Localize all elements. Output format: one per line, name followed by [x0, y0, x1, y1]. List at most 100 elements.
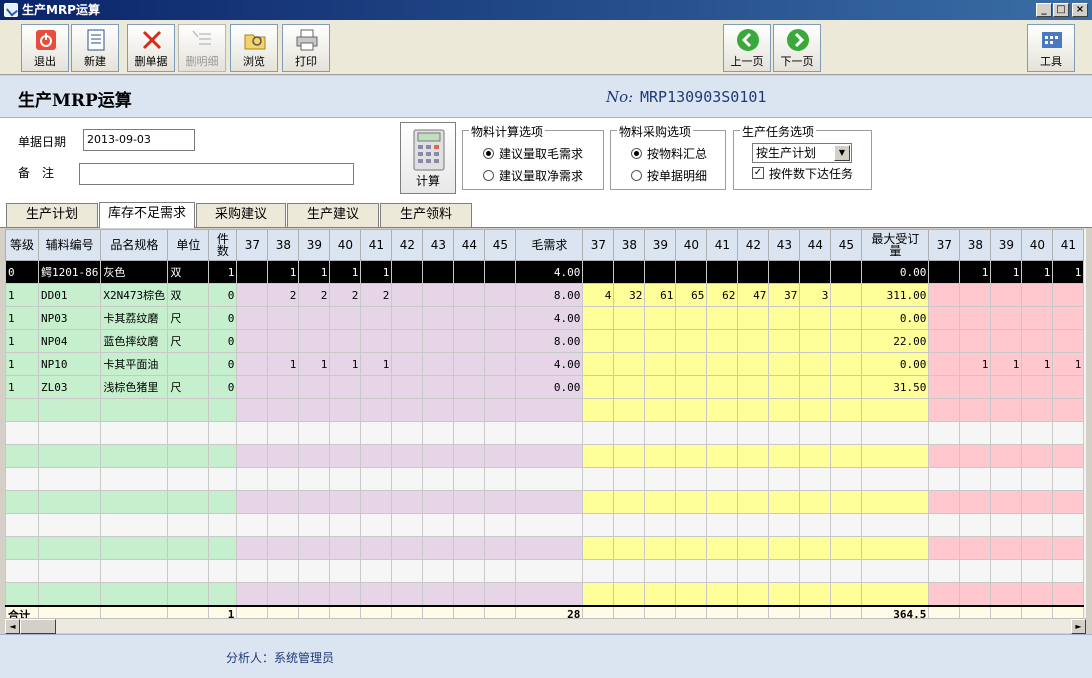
table-cell[interactable]: 2 [360, 283, 393, 307]
column-header[interactable]: 最大受订 量 [861, 229, 930, 261]
table-cell[interactable] [267, 306, 300, 330]
table-cell[interactable] [706, 582, 739, 606]
table-cell[interactable]: ZL03 [37, 375, 102, 399]
table-cell[interactable] [422, 375, 455, 399]
table-cell[interactable] [1052, 444, 1085, 468]
table-cell[interactable] [484, 260, 517, 284]
table-cell[interactable] [613, 260, 646, 284]
table-cell[interactable] [329, 421, 362, 445]
table-cell[interactable]: NP04 [37, 329, 102, 353]
table-cell[interactable] [706, 306, 739, 330]
column-header[interactable]: 37 [236, 229, 269, 261]
column-header[interactable]: 37 [582, 229, 615, 261]
table-cell[interactable]: 浅棕色猪里 [100, 375, 169, 399]
table-cell[interactable] [391, 559, 424, 583]
table-cell[interactable] [422, 467, 455, 491]
table-cell[interactable] [329, 398, 362, 422]
table-cell[interactable] [737, 582, 770, 606]
print-button[interactable]: 打印 [282, 24, 330, 72]
table-cell[interactable] [737, 490, 770, 514]
table-cell[interactable] [706, 329, 739, 353]
table-cell[interactable] [1052, 582, 1085, 606]
table-cell[interactable] [5, 582, 39, 606]
table-cell[interactable] [928, 352, 961, 376]
table-cell[interactable]: 32 [613, 283, 646, 307]
table-cell[interactable]: X2N473棕色 [100, 283, 169, 307]
table-cell[interactable] [267, 444, 300, 468]
table-cell[interactable]: 1 [959, 260, 992, 284]
table-cell[interactable] [799, 375, 832, 399]
table-cell[interactable] [582, 260, 615, 284]
table-cell[interactable] [613, 306, 646, 330]
table-cell[interactable]: 1 [298, 352, 331, 376]
table-cell[interactable] [613, 467, 646, 491]
table-cell[interactable] [453, 421, 486, 445]
table-cell[interactable] [329, 536, 362, 560]
scroll-right-icon[interactable]: ► [1071, 619, 1086, 634]
table-cell[interactable] [391, 467, 424, 491]
table-cell[interactable] [644, 444, 677, 468]
table-cell[interactable] [768, 559, 801, 583]
table-cell[interactable] [830, 260, 863, 284]
table-row[interactable]: 1 NP03 卡其荔纹磨尺 0 4.00 0.00 [5, 306, 1085, 330]
table-cell[interactable] [928, 329, 961, 353]
table-cell[interactable] [861, 421, 930, 445]
table-cell[interactable] [453, 513, 486, 537]
chevron-down-icon[interactable]: ▼ [834, 145, 850, 161]
table-cell[interactable] [990, 306, 1023, 330]
table-cell[interactable] [799, 260, 832, 284]
table-cell[interactable]: 4.00 [515, 306, 584, 330]
column-header[interactable]: 毛需求 [515, 229, 584, 261]
table-cell[interactable]: 47 [737, 283, 770, 307]
table-cell[interactable] [928, 260, 961, 284]
table-cell[interactable] [391, 375, 424, 399]
table-cell[interactable] [329, 559, 362, 583]
table-cell[interactable] [1052, 421, 1085, 445]
table-cell[interactable] [582, 306, 615, 330]
by-document-radio[interactable] [631, 170, 642, 181]
table-cell[interactable] [861, 490, 930, 514]
table-cell[interactable] [706, 375, 739, 399]
table-cell[interactable] [737, 329, 770, 353]
table-cell[interactable] [360, 559, 393, 583]
table-cell[interactable] [100, 490, 169, 514]
table-cell[interactable] [329, 444, 362, 468]
table-cell[interactable] [582, 582, 615, 606]
table-cell[interactable] [675, 398, 708, 422]
table-cell[interactable] [329, 306, 362, 330]
table-cell[interactable] [613, 559, 646, 583]
table-cell[interactable] [675, 513, 708, 537]
table-cell[interactable] [644, 306, 677, 330]
table-cell[interactable] [391, 536, 424, 560]
table-cell[interactable] [167, 559, 210, 583]
table-cell[interactable]: 0 [208, 283, 238, 307]
table-cell[interactable] [768, 444, 801, 468]
tab-production-plan[interactable]: 生产计划 [6, 203, 98, 227]
by-material-radio[interactable] [631, 148, 642, 159]
table-cell[interactable] [830, 329, 863, 353]
table-cell[interactable] [100, 582, 169, 606]
table-cell[interactable] [236, 536, 269, 560]
table-cell[interactable]: DD01 [37, 283, 102, 307]
table-cell[interactable] [928, 513, 961, 537]
table-cell[interactable] [675, 260, 708, 284]
table-cell[interactable]: 65 [675, 283, 708, 307]
table-cell[interactable] [1021, 306, 1054, 330]
table-cell[interactable] [5, 467, 39, 491]
table-cell[interactable] [484, 329, 517, 353]
column-header[interactable]: 39 [644, 229, 677, 261]
table-cell[interactable] [267, 536, 300, 560]
table-cell[interactable]: 0 [208, 375, 238, 399]
table-cell[interactable] [453, 329, 486, 353]
close-window-button[interactable]: × [1072, 3, 1088, 17]
empty-row[interactable] [5, 582, 1085, 606]
table-cell[interactable] [737, 352, 770, 376]
table-cell[interactable] [799, 352, 832, 376]
table-cell[interactable] [484, 467, 517, 491]
table-cell[interactable] [267, 375, 300, 399]
table-cell[interactable] [737, 444, 770, 468]
table-cell[interactable] [208, 559, 238, 583]
table-cell[interactable] [737, 421, 770, 445]
table-cell[interactable] [208, 490, 238, 514]
column-header[interactable]: 37 [928, 229, 961, 261]
